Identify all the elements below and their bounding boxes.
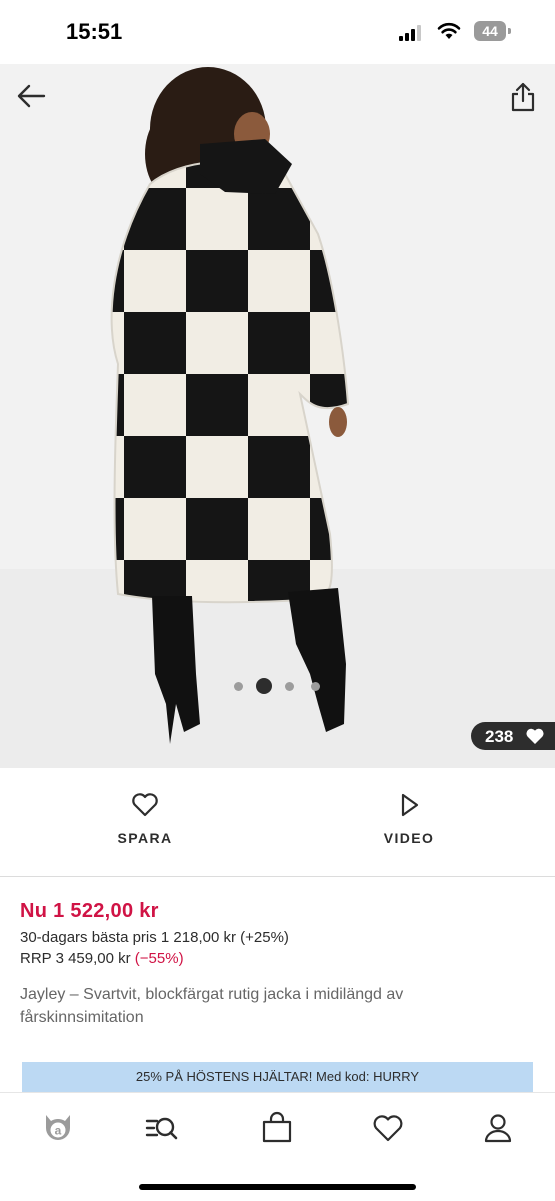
- promo-banner[interactable]: 25% PÅ HÖSTENS HJÄLTAR! Med kod: HURRY: [22, 1062, 533, 1092]
- product-image[interactable]: 238: [0, 64, 555, 768]
- likes-badge: 238: [471, 722, 555, 750]
- cellular-signal-icon: [399, 25, 421, 41]
- carousel-dot-active[interactable]: [256, 678, 272, 694]
- product-title: Jayley – Svartvit, blockfärgat rutig jac…: [20, 986, 404, 1026]
- battery-tip: [508, 28, 511, 34]
- carousel-dot[interactable]: [234, 682, 243, 691]
- best-price-30-days: 30-dagars bästa pris 1 218,00 kr (+25%): [20, 929, 289, 946]
- status-time: 15:51: [66, 19, 123, 44]
- back-arrow-icon[interactable]: [16, 82, 48, 110]
- carousel-dots: [230, 678, 330, 694]
- video-button[interactable]: VIDEO: [329, 792, 489, 846]
- status-bar: 15:51 44: [0, 0, 555, 64]
- home-icon[interactable]: a: [41, 1111, 75, 1145]
- save-label: SPARA: [117, 830, 173, 846]
- battery-indicator: 44: [474, 21, 512, 41]
- rrp-discount: (−55%): [134, 950, 184, 967]
- saved-heart-icon[interactable]: [371, 1111, 405, 1145]
- search-icon[interactable]: [144, 1111, 178, 1145]
- svg-text:a: a: [55, 1124, 62, 1138]
- product-photo-coat: [110, 67, 350, 744]
- video-label: VIDEO: [383, 830, 435, 846]
- wifi-icon: [437, 22, 461, 39]
- bag-icon[interactable]: [260, 1111, 294, 1145]
- heart-outline-icon: [132, 793, 158, 817]
- rrp-price: RRP 3 459,00 kr: [20, 950, 131, 967]
- save-button[interactable]: SPARA: [65, 792, 225, 846]
- home-indicator: [139, 1184, 416, 1190]
- rrp-line: RRP 3 459,00 kr (−55%): [20, 950, 184, 967]
- account-icon[interactable]: [481, 1111, 515, 1145]
- play-icon: [401, 793, 419, 817]
- carousel-dot[interactable]: [285, 682, 294, 691]
- current-price: Nu 1 522,00 kr: [20, 900, 159, 922]
- likes-count: 238: [485, 727, 514, 746]
- battery-level: 44: [474, 21, 506, 41]
- action-row: SPARA VIDEO: [0, 768, 555, 877]
- heart-icon: [526, 728, 544, 744]
- carousel-dot[interactable]: [311, 682, 320, 691]
- share-icon[interactable]: [510, 82, 536, 112]
